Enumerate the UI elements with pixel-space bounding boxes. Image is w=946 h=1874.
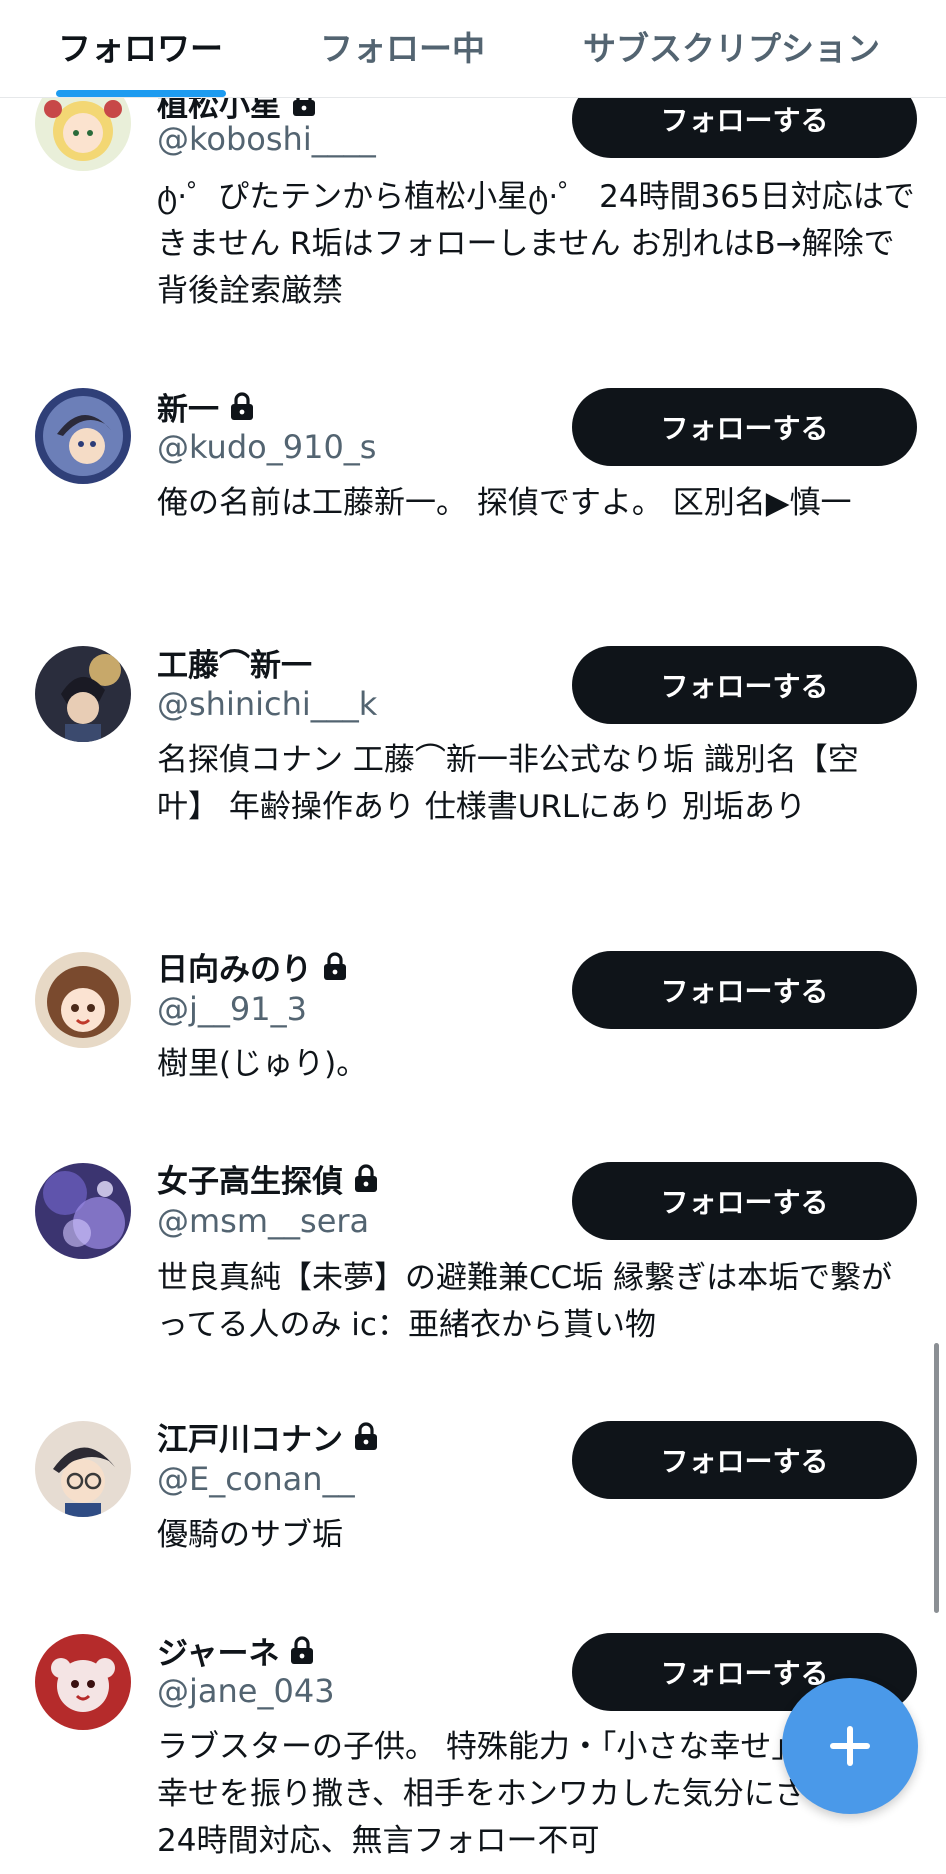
avatar[interactable]	[35, 1634, 131, 1730]
lock-icon	[324, 952, 346, 980]
user-handle: @msm__sera	[157, 1202, 370, 1240]
scrollbar[interactable]	[934, 1343, 939, 1613]
user-name-line: 江戸川コナン	[157, 1416, 379, 1458]
tab-following[interactable]: フォロー中	[320, 22, 485, 70]
user-bio: 世良真純【未夢】の避難兼CC垢 縁繋ぎは本垢で繋がってる人のみ ic：亜緒衣から…	[157, 1260, 893, 1343]
user-name: 日向みのり	[157, 951, 312, 988]
user-name-line: 日向みのり	[157, 946, 348, 988]
user-handle: @jane_043	[157, 1672, 335, 1710]
active-tab-indicator	[56, 90, 226, 97]
tab-subscriptions[interactable]: サブスクリプション	[583, 22, 880, 70]
user-name: 江戸川コナン	[157, 1421, 343, 1458]
user-bio: 優騎のサブ垢	[157, 1517, 343, 1553]
user-handle: @shinichi___k	[157, 685, 378, 723]
follow-button[interactable]: フォローする	[572, 388, 917, 466]
user-bio: 樹里(じゅり)。	[157, 1046, 368, 1082]
follow-button[interactable]: フォローする	[572, 951, 917, 1029]
avatar-anime-purple-icon	[35, 1163, 131, 1259]
lock-icon	[231, 392, 253, 420]
plus-icon	[830, 1726, 870, 1766]
avatar[interactable]	[35, 1163, 131, 1259]
follow-button[interactable]: フォローする	[572, 1162, 917, 1240]
user-handle: @koboshi____	[157, 120, 376, 158]
tab-bar: フォロワー フォロー中 サブスクリプション	[0, 0, 946, 98]
user-bio: 名探偵コナン 工藤⌒新一非公式なり垢 識別名【空叶】 年齢操作あり 仕様書URL…	[157, 742, 859, 825]
avatar[interactable]	[35, 952, 131, 1048]
compose-fab-button[interactable]	[782, 1678, 918, 1814]
tab-followers[interactable]: フォロワー	[58, 22, 223, 70]
avatar[interactable]	[35, 646, 131, 742]
user-name-line: 女子高生探偵	[157, 1158, 379, 1200]
user-name-line: 工藤⌒新一	[157, 642, 312, 684]
user-bio: ტ·゜ぴたテンから植松小星ტ·゜ 24時間365日対応はできません R垢はフォロ…	[157, 179, 915, 309]
lock-icon	[355, 1164, 377, 1192]
user-bio: 俺の名前は工藤新一。 探偵ですよ。 区別名▶慎一	[157, 485, 852, 521]
follower-list: 植松小星 @koboshi____ ტ·゜ぴたテンから植松小星ტ·゜ 24時間3…	[0, 0, 946, 1874]
user-handle: @E_conan__	[157, 1460, 355, 1498]
user-name: ジャーネ	[157, 1635, 280, 1672]
user-handle: @j__91_3	[157, 990, 307, 1028]
lock-icon	[291, 1636, 314, 1664]
user-name: 工藤⌒新一	[157, 647, 312, 684]
follow-button[interactable]: フォローする	[572, 646, 917, 724]
user-name: 女子高生探偵	[157, 1163, 343, 1200]
avatar-anime-boy-dark-icon	[35, 646, 131, 742]
avatar[interactable]	[35, 388, 131, 484]
user-name-line: 新一	[157, 386, 255, 428]
user-handle: @kudo_910_s	[157, 428, 377, 466]
user-name: 新一	[157, 391, 219, 428]
avatar-anime-girl-brown-icon	[35, 952, 131, 1048]
lock-icon	[355, 1422, 377, 1450]
user-name-line: ジャーネ	[157, 1630, 315, 1672]
avatar[interactable]	[35, 1421, 131, 1517]
avatar-red-mascot-icon	[35, 1634, 131, 1730]
avatar-anime-boy-blue-icon	[35, 388, 131, 484]
avatar-anime-boy-glasses-icon	[35, 1421, 131, 1517]
follow-button[interactable]: フォローする	[572, 1421, 917, 1499]
